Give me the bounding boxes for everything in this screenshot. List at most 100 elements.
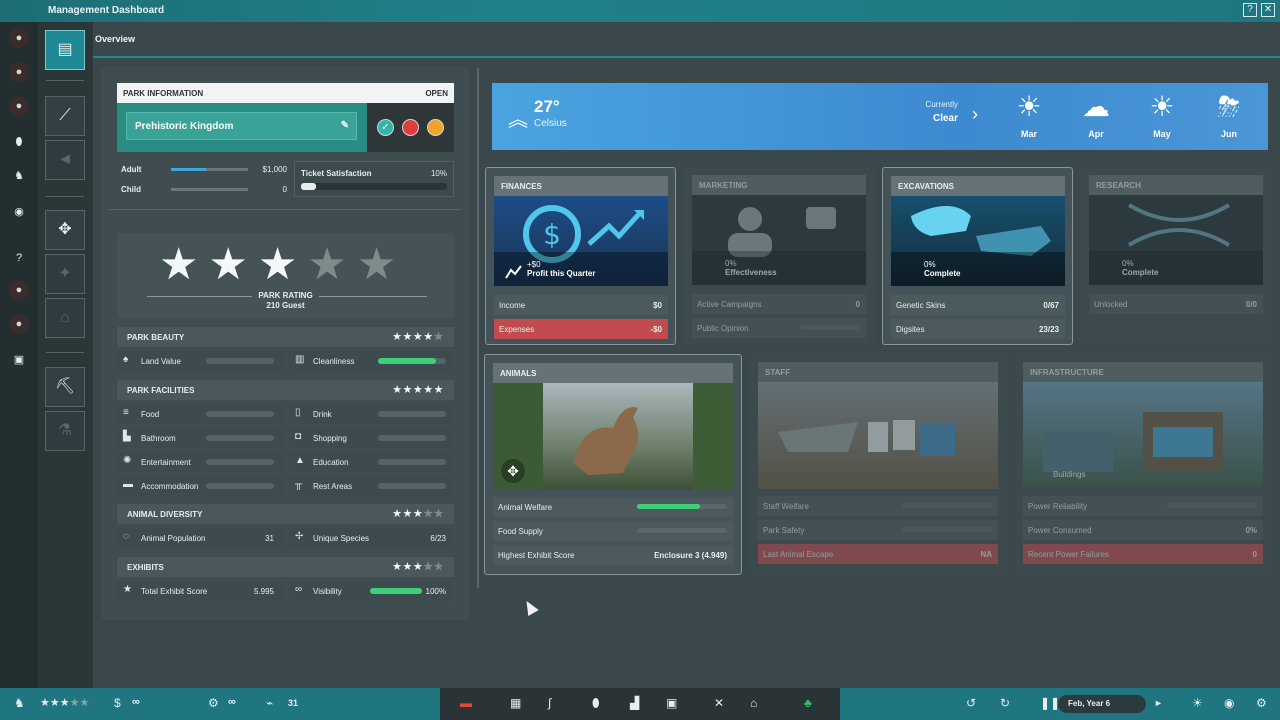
power-reliability-row: Power Reliability [1023, 496, 1263, 516]
edit-icon[interactable]: ✎ [341, 120, 349, 131]
park-status: OPEN [425, 89, 448, 98]
active-campaigns-label: Active Campaigns [697, 300, 762, 309]
accommodation-cell: ▬ Accommodation [117, 476, 282, 496]
egg-icon[interactable]: ⬮ [9, 132, 29, 152]
binoculars-icon: ∞ [295, 584, 303, 595]
footprint-tab-icon[interactable]: ✥ [45, 210, 85, 250]
staff-card[interactable]: STAFF Staff Welfare Park Safety Last Ani… [750, 354, 1007, 575]
help-icon[interactable]: ? [9, 248, 29, 268]
marketing-card[interactable]: MARKETING 0% Effectiveness Active Campaig… [684, 167, 875, 345]
food-label: Food [141, 410, 160, 419]
graduation-icon: ▲ [295, 455, 305, 466]
chart-tab-icon[interactable]: ⟋ [45, 96, 85, 136]
unique-species-label: Unique Species [313, 534, 370, 543]
record-icon[interactable]: ● [9, 314, 29, 334]
settings-gear-icon[interactable]: ⚙ [1256, 696, 1267, 710]
fence-icon[interactable]: ▬ [460, 696, 472, 710]
animal-diversity-title: ANIMAL DIVERSITY [127, 510, 203, 519]
animal-population-value: 31 [265, 534, 274, 543]
staff-title: STAFF [758, 362, 998, 382]
red-color-swatch[interactable] [402, 119, 419, 136]
path-icon[interactable]: ∫ [548, 696, 551, 710]
eye-icon[interactable]: ◉ [9, 202, 29, 222]
infrastructure-image: Buildings [1023, 382, 1263, 489]
rest-areas-bar [378, 483, 446, 489]
power-failures-value: 0 [1252, 550, 1257, 559]
park-name: Prehistoric Kingdom [135, 121, 234, 132]
building-tab-icon[interactable]: ⌂ [45, 298, 85, 338]
shopping-cell: ◘ Shopping [289, 428, 454, 448]
park-rating-mini-stars: ★★★★★ [40, 697, 90, 709]
nav-divider [46, 80, 84, 81]
svg-text:$: $ [543, 218, 561, 251]
dino-icon[interactable]: ♞ [9, 166, 29, 186]
staff-image [758, 382, 998, 489]
expenses-row: Expenses -$0 [494, 319, 668, 339]
orange-color-swatch[interactable] [427, 119, 444, 136]
profit-value: +$0 [527, 260, 541, 269]
adult-ticket-row[interactable]: Adult $1,000 [117, 161, 287, 181]
overview-tab-icon[interactable]: ▤ [45, 30, 85, 70]
left-toolbar: ● ● ● ⬮ ♞ ◉ ? ● ● ▣ [0, 22, 38, 688]
income-row: Income $0 [494, 295, 668, 315]
grid-icon[interactable]: ▦ [510, 696, 521, 710]
help-button[interactable]: ? [1243, 3, 1257, 17]
forecast-mar: ☀ Mar [1004, 89, 1054, 139]
park-facilities-stars: ★★★★★ [392, 384, 444, 396]
park-safety-label: Park Safety [763, 526, 805, 535]
title-bar: Management Dashboard ? ✕ [0, 0, 1280, 22]
record-icon[interactable]: ● [9, 96, 29, 116]
park-name-field[interactable]: Prehistoric Kingdom ✎ [126, 112, 357, 140]
power-consumed-row: Power Consumed 0% [1023, 520, 1263, 540]
teal-color-swatch-check-icon[interactable]: ✓ [377, 119, 394, 136]
terrain-tree-icon[interactable]: ♣ [804, 696, 812, 710]
close-button[interactable]: ✕ [1261, 3, 1275, 17]
marketing-tab-icon[interactable]: ◄ [45, 140, 85, 180]
child-ticket-row[interactable]: Child 0 [117, 181, 287, 201]
forecast-may: ☀ May [1137, 89, 1187, 139]
education-cell: ▲ Education [289, 452, 454, 472]
staff-tab-icon[interactable]: ✦ [45, 254, 85, 294]
research-tab-icon[interactable]: ⚗ [45, 411, 85, 451]
hatchery-icon[interactable]: ⬮ [592, 696, 600, 711]
highest-exhibit-label: Highest Exhibit Score [498, 551, 575, 560]
burger-icon: ≡ [123, 407, 129, 418]
park-summary-panel: PARK INFORMATION OPEN Prehistoric Kingdo… [101, 67, 469, 620]
star-icon: ★ [208, 240, 248, 289]
research-progress: 0% [1122, 259, 1134, 268]
adult-ticket-slider[interactable] [171, 168, 248, 171]
animal-welfare-row: Animal Welfare [493, 497, 733, 517]
undo-icon[interactable]: ↺ [966, 696, 976, 710]
record-icon[interactable]: ● [9, 28, 29, 48]
record-icon[interactable]: ● [9, 280, 29, 300]
staff-building-icon[interactable]: ▟ [630, 696, 639, 710]
visibility-value: 100% [425, 587, 446, 596]
bed-icon: ▬ [123, 479, 133, 490]
record-icon[interactable]: ● [9, 62, 29, 82]
animals-card[interactable]: ANIMALS ✥ Animal Welfare Food Supply Hig… [484, 354, 742, 575]
house-icon[interactable]: ⌂ [750, 696, 757, 710]
accommodation-bar [206, 483, 274, 489]
infrastructure-card[interactable]: INFRASTRUCTURE Buildings Power Reliabili… [1015, 354, 1272, 575]
weather-toggle-icon[interactable]: ☀ [1192, 696, 1203, 710]
view-eye-icon[interactable]: ◉ [1224, 696, 1234, 710]
redo-icon[interactable]: ↻ [1000, 696, 1010, 710]
child-ticket-slider[interactable] [171, 188, 248, 191]
tools-icon[interactable]: ✕ [714, 696, 724, 710]
play-icon[interactable]: ► [1154, 698, 1163, 708]
total-exhibit-score-value: 5.995 [253, 587, 274, 596]
research-image: 0% Complete [1089, 195, 1263, 285]
camera-icon[interactable]: ▣ [9, 350, 29, 370]
public-opinion-bar [800, 325, 860, 330]
excavation-tab-icon[interactable]: ⛏ [45, 367, 85, 407]
digsites-label: Digsites [896, 325, 925, 334]
guest-count: 210 Guest [266, 301, 305, 310]
power-consumed-value: 0% [1245, 526, 1257, 535]
visibility-bar [370, 588, 422, 594]
excavations-card[interactable]: EXCAVATIONS 0% Complete Genetic Skins 0/67… [882, 167, 1073, 345]
shop-icon[interactable]: ▣ [666, 696, 677, 710]
finances-card[interactable]: FINANCES $ +$0 Profit this Quarter Income… [485, 167, 676, 345]
land-value-label: Land Value [141, 357, 181, 366]
cleanliness-label: Cleanliness [313, 357, 355, 366]
research-card[interactable]: RESEARCH 0% Complete Unlocked 0/0 [1081, 167, 1272, 345]
